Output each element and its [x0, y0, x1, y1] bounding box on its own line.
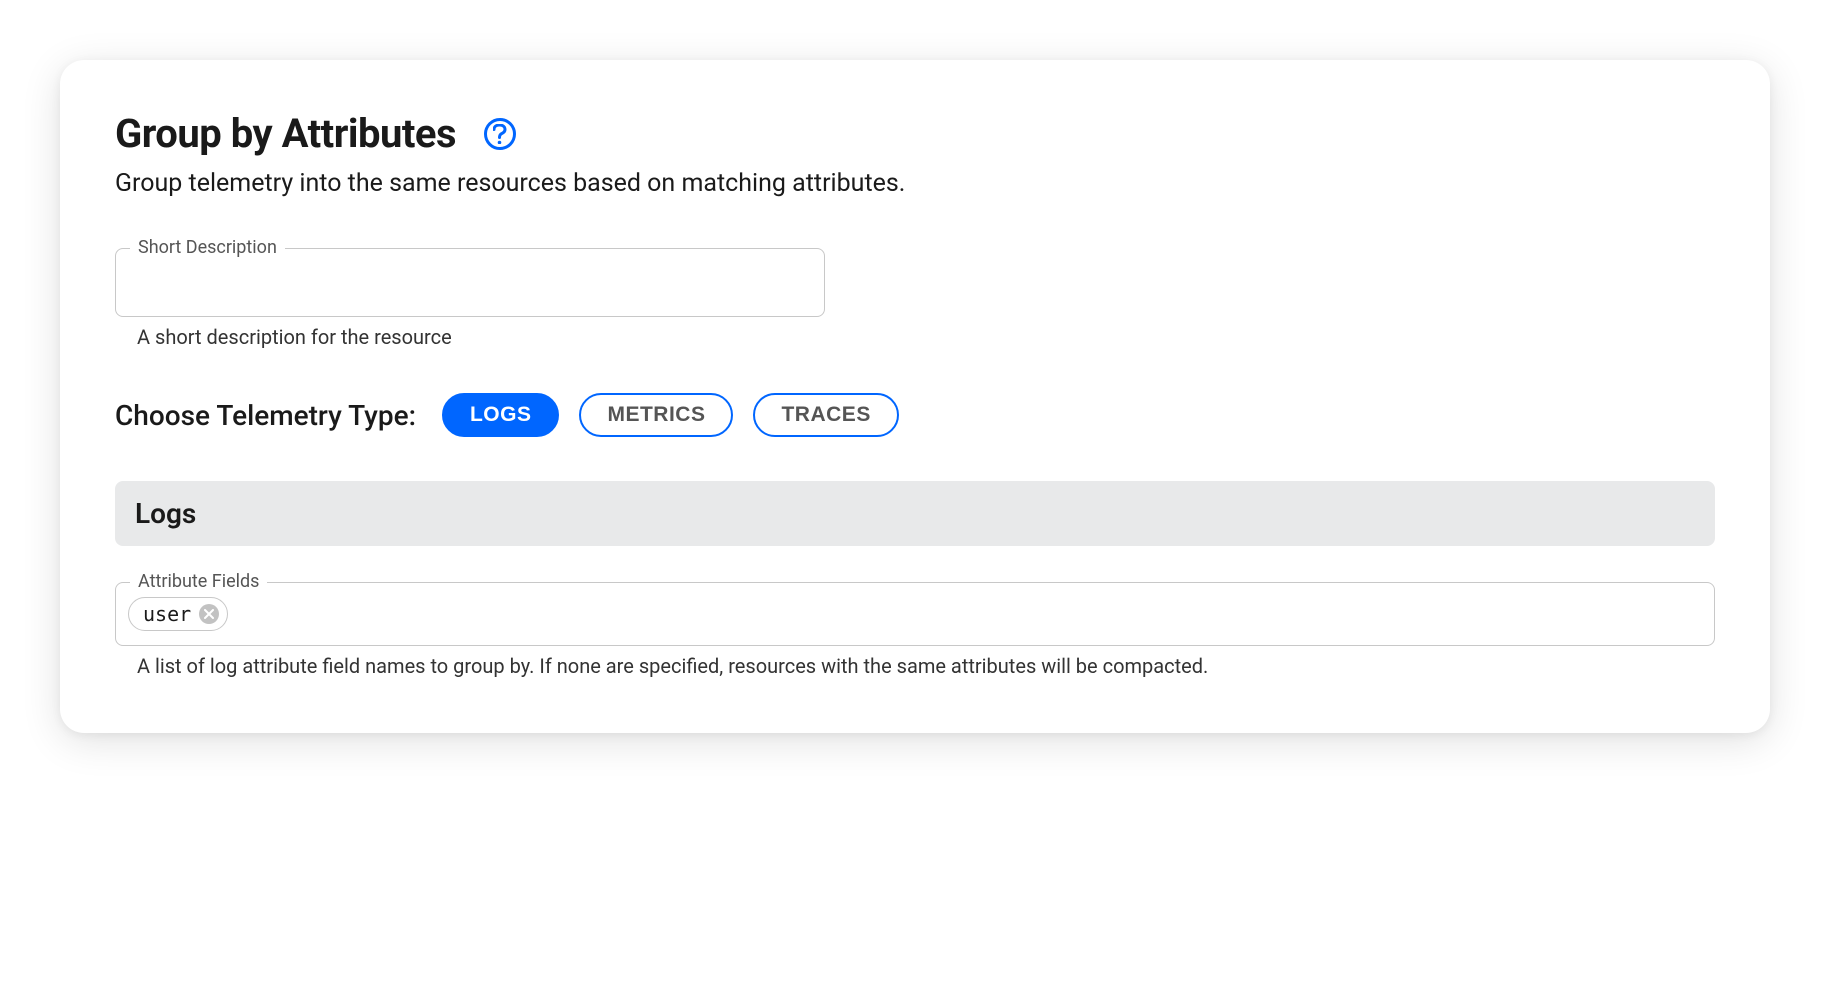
attribute-fields-input[interactable] — [236, 599, 1702, 630]
attribute-tag-label: user — [143, 602, 191, 626]
short-description-helper: A short description for the resource — [137, 325, 1715, 349]
attribute-fields-helper: A list of log attribute field names to g… — [137, 654, 1715, 678]
short-description-input[interactable] — [134, 271, 806, 294]
attribute-fields-legend: Attribute Fields — [130, 571, 267, 592]
telemetry-option-traces[interactable]: TRACES — [753, 393, 898, 437]
attribute-tag: user — [128, 597, 228, 631]
attribute-fields-field: Attribute Fields user — [115, 582, 1715, 646]
attribute-fields-tag-container[interactable]: user — [128, 597, 1702, 631]
short-description-legend: Short Description — [130, 237, 285, 258]
telemetry-option-metrics[interactable]: METRICS — [579, 393, 733, 437]
page-subtitle: Group telemetry into the same resources … — [115, 169, 1715, 198]
close-icon[interactable] — [199, 604, 219, 624]
telemetry-type-row: Choose Telemetry Type: LOGS METRICS TRAC… — [115, 393, 1715, 437]
help-icon[interactable] — [484, 118, 516, 150]
config-card: Group by Attributes Group telemetry into… — [60, 60, 1770, 733]
page-title: Group by Attributes — [115, 110, 456, 157]
header-row: Group by Attributes — [115, 110, 1715, 157]
telemetry-option-logs[interactable]: LOGS — [442, 393, 560, 437]
telemetry-type-label: Choose Telemetry Type: — [115, 399, 416, 432]
section-header-logs: Logs — [115, 481, 1715, 546]
short-description-field: Short Description — [115, 248, 825, 317]
